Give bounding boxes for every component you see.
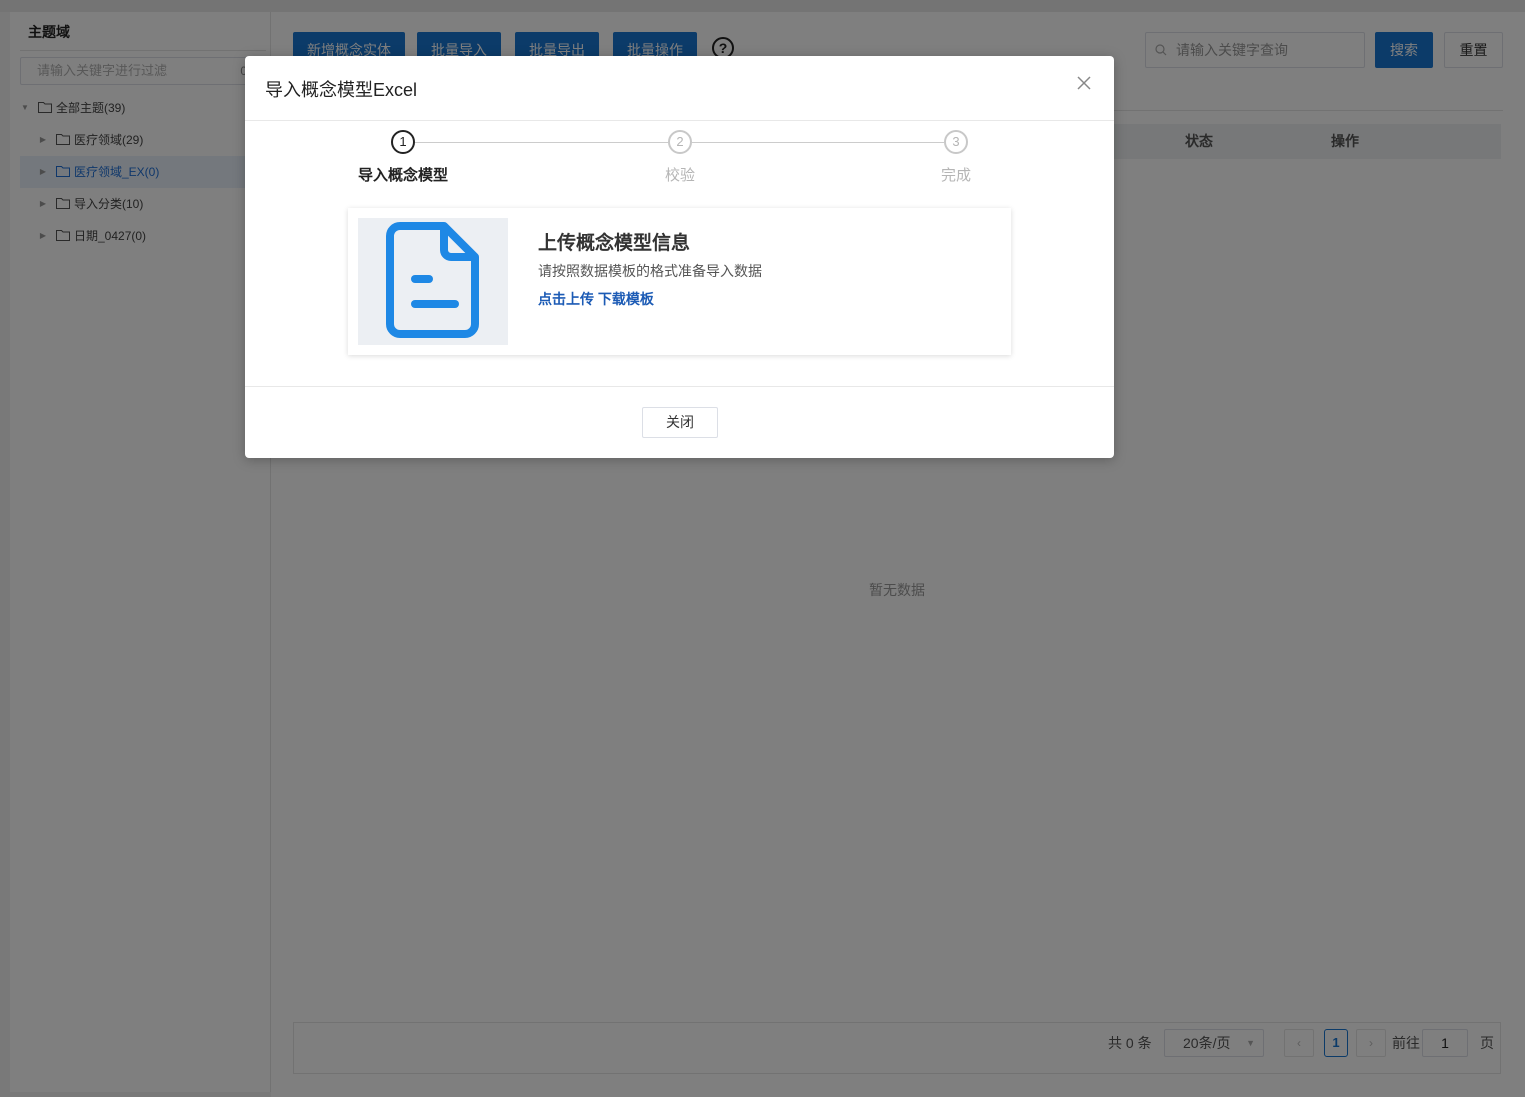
upload-icon-box: [358, 218, 508, 345]
step-connector: [692, 142, 944, 143]
import-modal: 导入概念模型Excel 1 导入概念模型 2 校验 3 完成 上传概念模型信息 …: [245, 56, 1114, 458]
modal-divider: [245, 120, 1114, 121]
upload-links: 点击上传 下载模板: [538, 289, 654, 309]
step-3-indicator: 3: [944, 130, 968, 154]
step-1-label: 导入概念模型: [357, 167, 448, 184]
file-document-icon: [386, 222, 479, 338]
upload-heading: 上传概念模型信息: [538, 233, 691, 254]
modal-close-button[interactable]: 关闭: [642, 407, 718, 438]
app: 主题域 请输入关键字进行过滤 0/5 ▼ 全部主题(39) ▶ 医疗领域(29)…: [0, 0, 1525, 1097]
close-icon[interactable]: [1076, 75, 1092, 91]
step-2-indicator: 2: [668, 130, 692, 154]
step-3-label: 完成: [940, 167, 971, 184]
step-2-label: 校验: [664, 167, 695, 184]
modal-footer-divider: [245, 386, 1114, 387]
upload-description: 请按照数据模板的格式准备导入数据: [538, 263, 762, 279]
upload-card: 上传概念模型信息 请按照数据模板的格式准备导入数据 点击上传 下载模板: [348, 208, 1011, 355]
download-template-link[interactable]: 下载模板: [598, 291, 654, 307]
step-connector: [415, 142, 668, 143]
import-steps: 1 导入概念模型 2 校验 3 完成: [245, 130, 1114, 190]
step-1-indicator: 1: [391, 130, 415, 154]
modal-title: 导入概念模型Excel: [265, 80, 418, 100]
click-upload-link[interactable]: 点击上传: [538, 291, 594, 307]
